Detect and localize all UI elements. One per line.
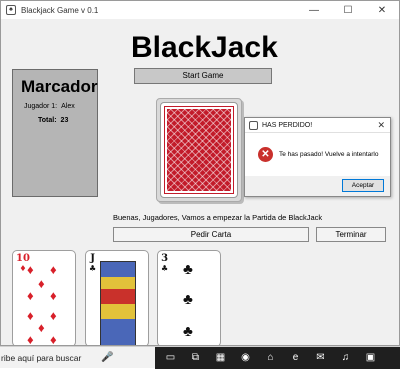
accept-button[interactable]: Aceptar [342, 179, 384, 192]
club-icon: ♣ [183, 261, 193, 278]
card-deck[interactable] [160, 102, 238, 198]
game-title: BlackJack [131, 31, 278, 64]
card-rank: 3 ♣ [161, 253, 169, 273]
player-name: Alex [61, 103, 75, 110]
dialog-body: ✕ Te has pasado! Vuelve a intentarlo [245, 133, 390, 178]
close-button[interactable]: ✕ [365, 1, 399, 19]
chrome-icon[interactable]: ◉ [236, 351, 255, 365]
diamond-icon: ♦ [38, 276, 45, 291]
dialog-message: Te has pasado! Vuelve a intentarlo [279, 151, 379, 158]
status-message: Buenas, Jugadores, Vamos a empezar la Pa… [113, 213, 323, 222]
player-card-2: J ♣ [85, 250, 149, 345]
taskbar-search-input[interactable]: ribe aquí para buscar [1, 353, 81, 363]
player-card-3: 3 ♣ ♣ ♣ ♣ [157, 250, 221, 345]
maximize-button[interactable]: ☐ [331, 1, 365, 19]
music-icon[interactable]: ♫ [336, 351, 355, 365]
error-icon: ✕ [258, 147, 273, 162]
total-label: Total: [38, 117, 57, 124]
start-game-button[interactable]: Start Game [134, 68, 272, 84]
dialog-title-bar: HAS PERDIDO! ✕ [245, 118, 390, 133]
mail-icon[interactable]: ✉ [311, 351, 330, 365]
diamond-icon: ♦ [38, 320, 45, 335]
taskbar: ribe aquí para buscar 🎤 ▭ ⧉ ▦ ◉ ⌂ e ✉ ♫ … [0, 346, 400, 369]
photos-icon[interactable]: ▦ [211, 351, 230, 365]
player-card-1: 10 ♦ ♦ ♦ ♦ ♦ ♦ ♦ ♦ ♦ ♦ ♦ [12, 250, 76, 346]
pedir-carta-button[interactable]: Pedir Carta [113, 227, 309, 242]
player-label: Jugador 1: [24, 103, 58, 110]
diamond-icon: ♦ [50, 308, 57, 323]
club-icon: ♣ [183, 323, 193, 340]
lost-dialog: HAS PERDIDO! ✕ ✕ Te has pasado! Vuelve a… [244, 117, 391, 197]
title-bar: ♠ Blackjack Game v 0.1 — ☐ ✕ [1, 1, 399, 19]
blackjack-window: ♠ Blackjack Game v 0.1 — ☐ ✕ BlackJack S… [0, 0, 400, 346]
diamond-icon: ♦ [27, 288, 34, 303]
edge-icon[interactable]: e [286, 351, 305, 365]
diamond-icon: ♦ [27, 262, 34, 277]
microphone-icon[interactable]: 🎤 [101, 352, 113, 363]
scoreboard-title: Marcador [21, 77, 98, 96]
card-rank: J ♣ [89, 253, 97, 273]
dialog-footer: Aceptar [245, 176, 390, 196]
diamond-icon: ♦ [50, 332, 57, 346]
total-line: Total: 23 [38, 117, 68, 124]
diamond-icon: ♦ [27, 332, 34, 346]
jack-face-illustration [100, 261, 136, 345]
store-icon[interactable]: ⧉ [186, 351, 205, 365]
ide-icon[interactable]: ▣ [361, 351, 380, 365]
home-icon[interactable]: ⌂ [261, 351, 280, 365]
app-icon: ♠ [6, 5, 16, 15]
club-icon: ♣ [183, 291, 193, 308]
diamond-icon: ♦ [50, 288, 57, 303]
task-view-icon[interactable]: ▭ [161, 351, 180, 365]
dialog-app-icon [249, 120, 258, 130]
card-back-pattern [164, 106, 234, 194]
dialog-title: HAS PERDIDO! [262, 121, 313, 129]
player-line: Jugador 1: Alex [24, 103, 75, 110]
window-title: Blackjack Game v 0.1 [21, 5, 99, 15]
scoreboard-panel: Marcador Jugador 1: Alex Total: 23 [12, 69, 98, 197]
total-value: 23 [60, 117, 69, 124]
diamond-icon: ♦ [50, 262, 57, 277]
diamond-icon: ♦ [27, 308, 34, 323]
terminar-button[interactable]: Terminar [316, 227, 386, 242]
minimize-button[interactable]: — [297, 1, 331, 19]
taskbar-apps: ▭ ⧉ ▦ ◉ ⌂ e ✉ ♫ ▣ [155, 347, 400, 369]
dialog-close-icon[interactable]: ✕ [377, 120, 385, 131]
